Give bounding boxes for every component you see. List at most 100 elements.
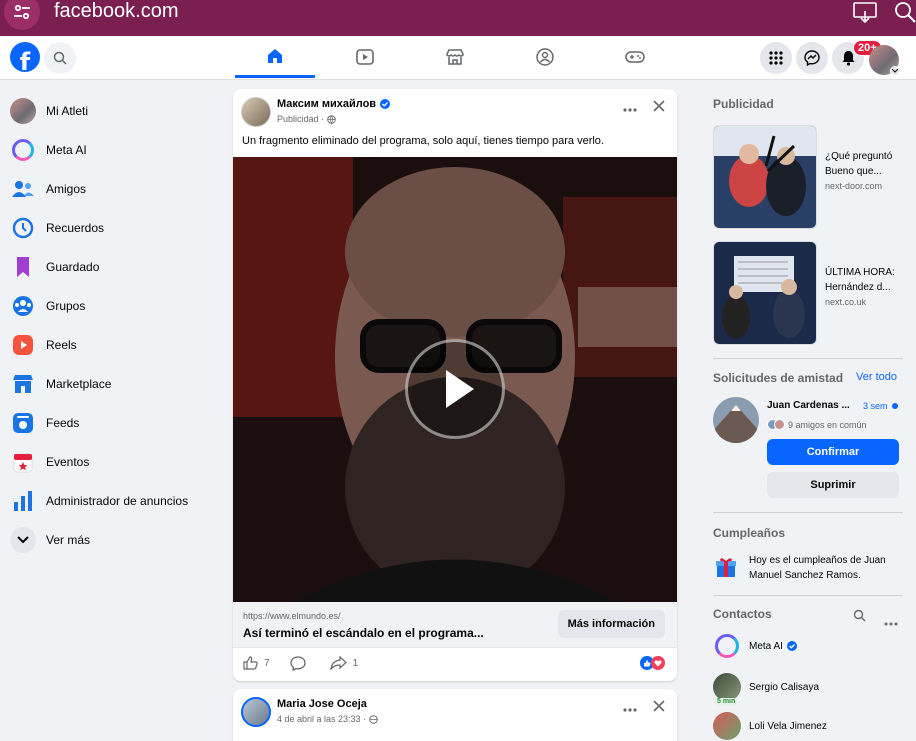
share-count: 1 [352,657,359,669]
friends-icon [10,176,36,202]
confirm-button[interactable]: Confirmar [767,439,899,465]
comment-button[interactable] [289,655,306,671]
ad-item[interactable]: ¿Qué preguntó Bueno que... next-door.com [713,125,895,229]
ad-item[interactable]: ÚLTIMA HORA: Hernández d... next.co.uk [713,241,895,345]
menu-button[interactable] [760,42,792,74]
verified-badge-icon [786,641,797,651]
author-name[interactable]: Maria Jose Oceja [277,698,367,710]
marketplace-icon [10,371,36,397]
sidebar-item-events[interactable]: Eventos [0,442,220,481]
more-options-icon[interactable] [623,99,637,117]
sidebar-item-friends[interactable]: Amigos [0,169,220,208]
birthday-text: Hoy es el cumpleaños de Juan Manuel Sanc… [749,555,886,581]
more-info-button[interactable]: Más información [557,610,665,638]
sidebar-item-ads-manager[interactable]: Administrador de anuncios [0,481,220,520]
share-icon [329,656,347,670]
profile-avatar-icon [10,97,36,124]
site-settings-icon[interactable] [4,0,40,30]
close-icon[interactable] [653,99,665,117]
left-sidebar: Mi Atleti Meta AI Amigos Recuerdos Guard… [0,91,220,559]
like-button[interactable]: 7 [243,656,270,670]
ad-title: ¿Qué preguntó Bueno que... [825,151,893,177]
friend-request-time-text: 3 sem [863,401,888,411]
ad-domain: next.co.uk [825,297,867,307]
contact-item[interactable]: 5 min Sergio Calisaya [713,673,819,705]
share-button[interactable]: 1 [329,656,359,670]
sidebar-item-label: Eventos [46,454,90,469]
messenger-button[interactable] [796,42,828,74]
account-chevron-icon[interactable] [890,66,900,76]
browser-url[interactable]: facebook.com [54,0,179,23]
saved-icon [10,254,36,280]
ad-image [713,241,817,345]
marketplace-icon [446,49,464,65]
author-avatar[interactable] [241,97,271,127]
events-icon [10,449,36,475]
friend-requests-heading: Solicitudes de amistad [713,371,844,385]
meta-ai-icon [715,634,739,658]
close-icon[interactable] [653,699,665,717]
unread-dot [891,403,898,409]
tab-gaming[interactable] [595,36,675,78]
post-timestamp[interactable]: 4 de abril a las 23:33 · [277,714,366,724]
contact-item[interactable]: Meta AI [713,634,797,658]
zoom-icon[interactable] [894,1,916,30]
post-header: Maria Jose Oceja 4 de abril a las 23:33 … [233,689,677,729]
contact-item[interactable]: Loli Vela Jimenez [713,712,827,740]
author-name[interactable]: Максим михайлов [277,98,376,110]
mutual-avatars [767,419,785,430]
feeds-icon [10,410,36,436]
post-video[interactable] [233,157,677,602]
contacts-heading: Contactos [713,607,772,621]
reactions-summary[interactable] [640,656,665,670]
post-header: Максим михайлов Publicidad · [233,89,677,129]
play-icon [446,370,474,408]
search-contacts-icon[interactable] [853,609,866,627]
play-button[interactable] [405,339,505,439]
facebook-logo[interactable]: f [10,42,40,72]
sidebar-item-saved[interactable]: Guardado [0,247,220,286]
ads-heading: Publicidad [713,97,774,111]
sidebar-item-marketplace[interactable]: Marketplace [0,364,220,403]
friend-request-avatar[interactable] [713,397,759,443]
memories-icon [10,215,36,241]
author-avatar[interactable] [241,697,271,727]
sidebar-item-reels[interactable]: Reels [0,325,220,364]
feed-post: Максим михайлов Publicidad · Un fragment… [233,89,677,681]
tab-marketplace[interactable] [415,36,495,78]
reaction-bar: 7 1 [233,648,677,678]
sidebar-item-profile[interactable]: Mi Atleti [0,91,220,130]
mutual-friends: 9 amigos en común [767,419,867,430]
link-title[interactable]: Así terminó el escándalo en el programa.… [243,626,484,640]
tab-reels[interactable] [325,36,405,78]
reels-icon [10,332,36,358]
friend-request-name[interactable]: Juan Cardenas ... [767,400,850,411]
sidebar-item-feeds[interactable]: Feeds [0,403,220,442]
delete-button[interactable]: Suprimir [767,472,899,498]
search-button[interactable] [44,42,76,74]
sidebar-item-label: Amigos [46,181,87,196]
birthdays-heading: Cumpleaños [713,526,786,540]
sidebar-item-label: Reels [46,337,77,352]
sidebar-item-groups[interactable]: Grupos [0,286,220,325]
divider [713,358,903,359]
home-icon [268,48,282,63]
tab-home[interactable] [235,36,315,78]
contact-avatar [713,712,741,740]
more-options-icon[interactable] [623,699,637,717]
groups-icon [10,293,36,319]
contact-name: Loli Vela Jimenez [749,720,827,732]
ad-image [713,125,817,229]
sidebar-item-memories[interactable]: Recuerdos [0,208,220,247]
love-reaction-icon [651,656,665,670]
contacts-more-icon[interactable] [884,613,898,631]
see-all-link[interactable]: Ver todo [856,371,897,383]
sidebar-item-see-more[interactable]: Ver más [0,520,220,559]
tab-groups[interactable] [505,36,585,78]
link-preview[interactable]: https://www.elmundo.es/ Así terminó el e… [233,602,677,648]
post-author[interactable]: Максим михайлов [277,98,391,110]
facebook-header: f [0,36,916,80]
post-author[interactable]: Maria Jose Oceja [277,698,367,710]
cast-icon[interactable] [852,1,878,30]
sidebar-item-meta-ai[interactable]: Meta AI [0,130,220,169]
